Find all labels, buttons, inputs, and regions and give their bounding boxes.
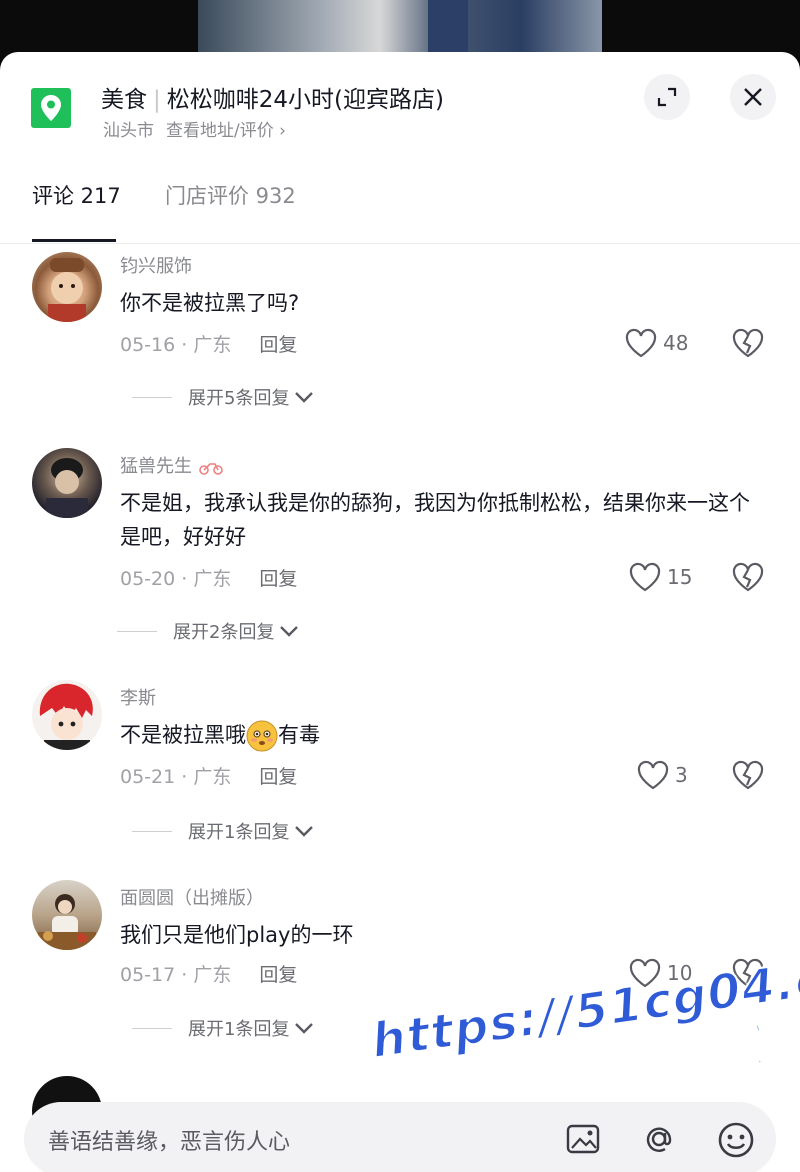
comment-region: 广东 [193, 334, 232, 356]
comment-date: 05-16 [120, 334, 176, 356]
comment-date: 05-20 [120, 568, 176, 590]
expand-replies-label: 展开5条回复 [188, 388, 290, 409]
avatar[interactable] [32, 880, 102, 950]
comment-text: 你不是被拉黑了吗? [120, 291, 300, 315]
image-icon[interactable] [564, 1120, 602, 1158]
heart-icon [637, 760, 669, 790]
like-count: 48 [663, 331, 689, 355]
comment-text: 不是姐，我承认我是你的舔狗，我因为你抵制松松，结果你来一这个是吧，好好好 [120, 491, 750, 549]
expand-icon [657, 87, 677, 107]
emoji-blush-icon [246, 720, 278, 752]
comment-region: 广东 [193, 766, 232, 788]
dislike-button[interactable] [732, 562, 764, 596]
close-icon [744, 88, 762, 106]
comment-meta: 05-16 · 广东 回复 [120, 334, 298, 356]
broken-heart-icon [732, 760, 764, 790]
comment-username[interactable]: 猛兽先生 [120, 452, 224, 478]
comment-sheet: 美食 | 松松咖啡24小时(迎宾路店) 汕头市 查看地址/评价 › 评论 217 门店… [0, 52, 800, 1172]
avatar[interactable] [32, 680, 102, 750]
comment-text: 我们只是他们play的一环 [120, 923, 354, 947]
comment-date: 05-21 [120, 766, 176, 788]
reply-button[interactable]: 回复 [259, 766, 297, 788]
avatar[interactable] [32, 252, 102, 322]
like-count: 10 [667, 961, 693, 985]
comment-username[interactable]: 李斯 [120, 684, 156, 710]
close-button[interactable] [730, 74, 776, 120]
chevron-down-icon [280, 626, 299, 637]
chevron-down-icon [295, 1023, 314, 1034]
like-count: 3 [675, 763, 688, 787]
video-background [0, 0, 800, 60]
comment-date: 05-17 [120, 964, 176, 986]
dislike-button[interactable] [732, 958, 764, 992]
store-header: 美食 | 松松咖啡24小时(迎宾路店) 汕头市 查看地址/评价 › [0, 52, 800, 172]
dislike-button[interactable] [732, 328, 764, 362]
category-label: 美食 [101, 87, 147, 113]
expand-replies[interactable]: 展开1条回复 [132, 818, 315, 844]
comment-input-bar[interactable]: 善语结善缘，恶言伤人心 [24, 1102, 776, 1172]
comment-text: 不是被拉黑哦 有毒 [120, 718, 770, 752]
location-pin-icon [31, 88, 71, 128]
reply-button[interactable]: 回复 [259, 964, 297, 986]
heart-icon [629, 958, 661, 988]
expand-replies-label: 展开2条回复 [173, 622, 275, 643]
store-title[interactable]: 美食 | 松松咖啡24小时(迎宾路店) [101, 80, 444, 114]
comment-username[interactable]: 面圆圆（出摊版） [120, 884, 264, 910]
emoji-icon[interactable] [716, 1120, 756, 1160]
like-button[interactable]: 3 [637, 760, 688, 790]
tab-store-reviews[interactable]: 门店评价 932 [165, 180, 296, 210]
like-button[interactable]: 48 [625, 328, 688, 358]
store-subtitle: 汕头市 查看地址/评价 › [103, 116, 286, 141]
broken-heart-icon [732, 328, 764, 358]
dislike-button[interactable] [732, 760, 764, 794]
expand-replies-label: 展开1条回复 [188, 1019, 290, 1040]
address-link[interactable]: 查看地址/评价 › [166, 121, 286, 141]
heart-icon [625, 328, 657, 358]
broken-heart-icon [732, 562, 764, 592]
broken-heart-icon [732, 958, 764, 988]
expand-replies[interactable]: 展开2条回复 [117, 618, 300, 644]
title-divider: | [153, 87, 161, 113]
expand-replies[interactable]: 展开5条回复 [132, 384, 315, 410]
expand-replies[interactable]: 展开1条回复 [132, 1015, 315, 1041]
store-name: 松松咖啡24小时(迎宾路店) [166, 87, 444, 113]
watermark-text: 看完整版 [682, 1006, 800, 1083]
heart-icon [629, 562, 661, 592]
like-count: 15 [667, 565, 693, 589]
comment-meta: 05-21 · 广东 回复 [120, 766, 298, 788]
like-button[interactable]: 15 [629, 562, 692, 592]
avatar[interactable] [32, 448, 102, 518]
expand-replies-label: 展开1条回复 [188, 822, 290, 843]
video-frame [198, 0, 602, 60]
city-label: 汕头市 [103, 121, 154, 141]
comment-input[interactable]: 善语结善缘，恶言伤人心 [48, 1124, 290, 1156]
at-icon[interactable] [640, 1120, 678, 1158]
motorcycle-icon [198, 463, 223, 475]
chevron-down-icon [295, 392, 314, 403]
like-button[interactable]: 10 [629, 958, 692, 988]
comment-meta: 05-17 · 广东 回复 [120, 964, 298, 986]
tab-active-indicator [32, 239, 116, 242]
expand-button[interactable] [644, 74, 690, 120]
reply-button[interactable]: 回复 [259, 568, 297, 590]
reply-button[interactable]: 回复 [259, 334, 297, 356]
comment-username[interactable]: 钧兴服饰 [120, 252, 192, 278]
comment-region: 广东 [193, 964, 232, 986]
chevron-down-icon [295, 826, 314, 837]
comment-region: 广东 [193, 568, 232, 590]
tab-comments[interactable]: 评论 217 [32, 180, 121, 210]
tab-bar: 评论 217 门店评价 932 [0, 172, 800, 244]
comment-meta: 05-20 · 广东 回复 [120, 568, 298, 590]
